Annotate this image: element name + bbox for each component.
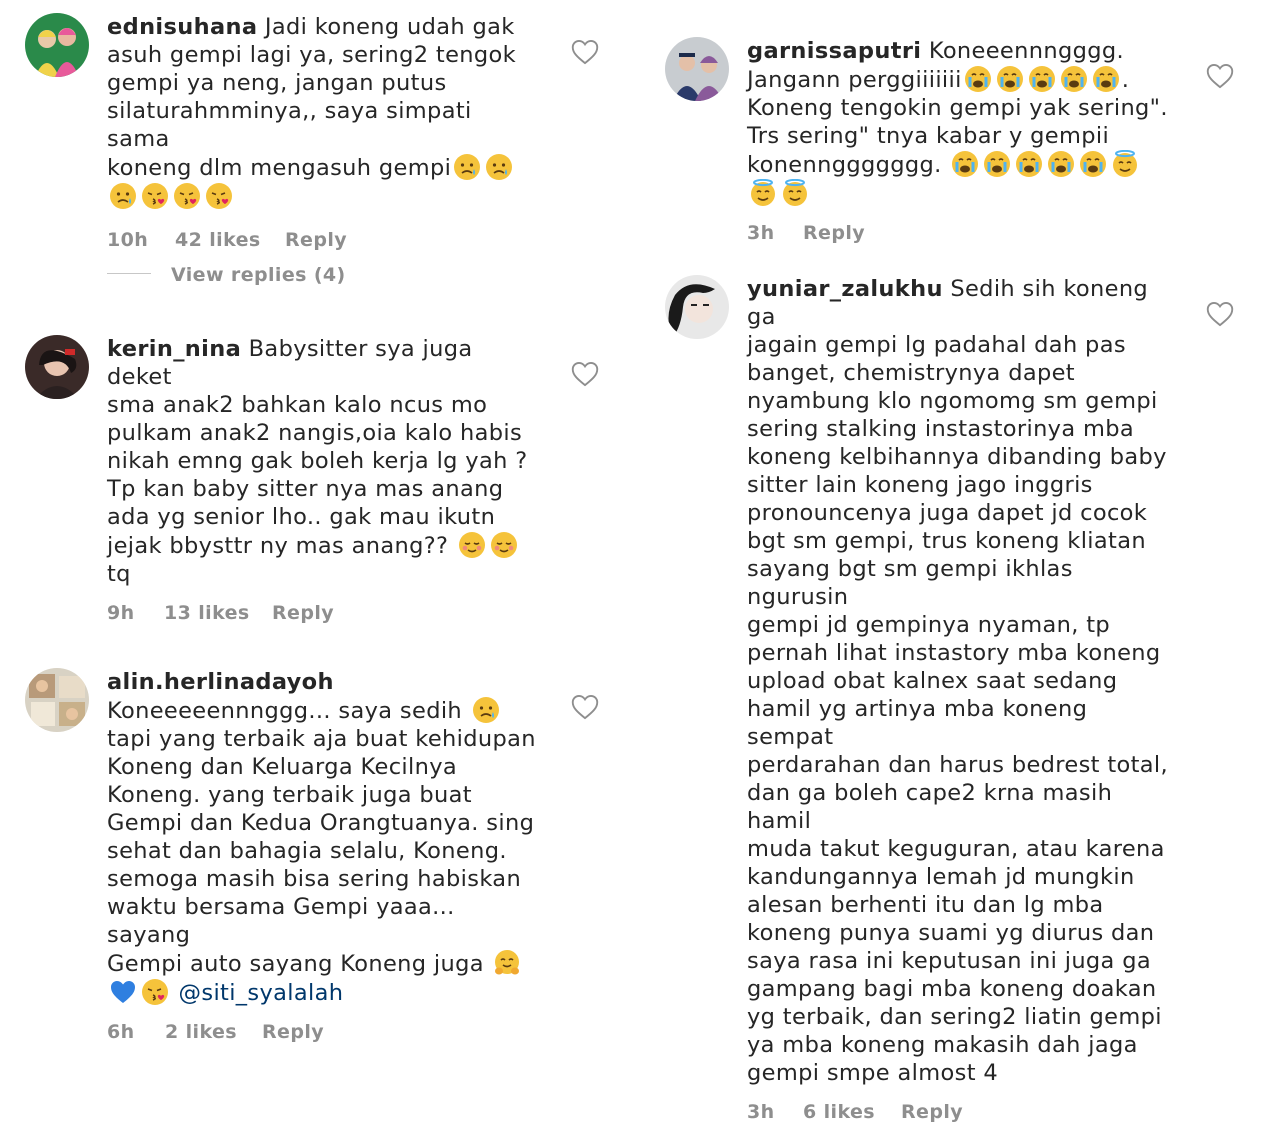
avatar[interactable] [665,275,729,339]
comment-text: alin.herlinadayoh Koneeeeennnggg... saya… [107,669,536,1006]
like-count[interactable]: 42 likes [175,229,261,251]
comment-meta: 6h 2 likes Reply [107,1021,537,1047]
reply-button[interactable]: Reply [803,222,865,244]
kissing-heart-emoji-icon [141,978,169,1006]
smiling-halo-emoji-icon [1111,150,1139,178]
timestamp: 3h [747,222,775,244]
hugging-emoji-icon [493,949,521,977]
timestamp: 9h [107,602,135,624]
kissing-heart-emoji-icon [205,182,233,210]
avatar[interactable] [25,13,89,77]
loudly-crying-emoji-icon [1092,65,1120,93]
kissing-heart-emoji-icon [173,182,201,210]
comment-meta: 3h Reply [747,222,1177,248]
comment-meta: 10h 42 likes Reply [107,229,537,255]
username[interactable]: alin.herlinadayoh [107,669,334,695]
username[interactable]: ednisuhana [107,14,257,40]
loudly-crying-emoji-icon [964,65,992,93]
sad-relieved-emoji-icon [453,153,481,181]
comment-meta: 3h 6 likes Reply [747,1101,1177,1127]
like-count[interactable]: 6 likes [803,1101,875,1123]
comment-text: ednisuhana Jadi koneng udah gak asuh gem… [107,13,537,211]
like-heart-icon[interactable] [571,361,599,387]
loudly-crying-emoji-icon [951,150,979,178]
loudly-crying-emoji-icon [1028,65,1056,93]
divider-line [107,273,151,274]
loudly-crying-emoji-icon [983,150,1011,178]
loudly-crying-emoji-icon [1015,150,1043,178]
comment-text: yuniar_zalukhu Sedih sih koneng ga jagai… [747,276,1169,1086]
reply-button[interactable]: Reply [272,602,334,624]
reply-button[interactable]: Reply [901,1101,963,1123]
smiling-blush-emoji-icon [490,531,518,559]
sad-relieved-emoji-icon [485,153,513,181]
sad-relieved-emoji-icon [109,182,137,210]
timestamp: 3h [747,1101,775,1123]
loudly-crying-emoji-icon [1047,150,1075,178]
mention-link[interactable]: @siti_syalalah [179,980,344,1006]
kissing-heart-emoji-icon [141,182,169,210]
loudly-crying-emoji-icon [996,65,1024,93]
loudly-crying-emoji-icon [1060,65,1088,93]
comment-text: garnissaputri Koneeennngggg. Jangann per… [747,37,1177,208]
like-heart-icon[interactable] [1206,301,1234,327]
like-count[interactable]: 2 likes [165,1021,237,1043]
username[interactable]: kerin_nina [107,336,241,362]
comment-meta: 9h 13 likes Reply [107,602,537,628]
smiling-halo-emoji-icon [749,179,777,207]
avatar[interactable] [25,335,89,399]
sad-relieved-emoji-icon [472,696,500,724]
like-count[interactable]: 13 likes [164,602,250,624]
blue-heart-emoji-icon [109,978,137,1006]
avatar[interactable] [665,37,729,101]
username[interactable]: garnissaputri [747,38,921,64]
smiling-blush-emoji-icon [458,531,486,559]
timestamp: 6h [107,1021,135,1043]
reply-button[interactable]: Reply [262,1021,324,1043]
username[interactable]: yuniar_zalukhu [747,276,943,302]
timestamp: 10h [107,229,149,251]
like-heart-icon[interactable] [571,694,599,720]
view-replies-button[interactable]: View replies (4) [107,264,346,286]
avatar[interactable] [25,668,89,732]
loudly-crying-emoji-icon [1079,150,1107,178]
like-heart-icon[interactable] [571,39,599,65]
comment-text: kerin_nina Babysitter sya juga deket sma… [107,336,528,587]
smiling-halo-emoji-icon [781,179,809,207]
like-heart-icon[interactable] [1206,63,1234,89]
reply-button[interactable]: Reply [285,229,347,251]
